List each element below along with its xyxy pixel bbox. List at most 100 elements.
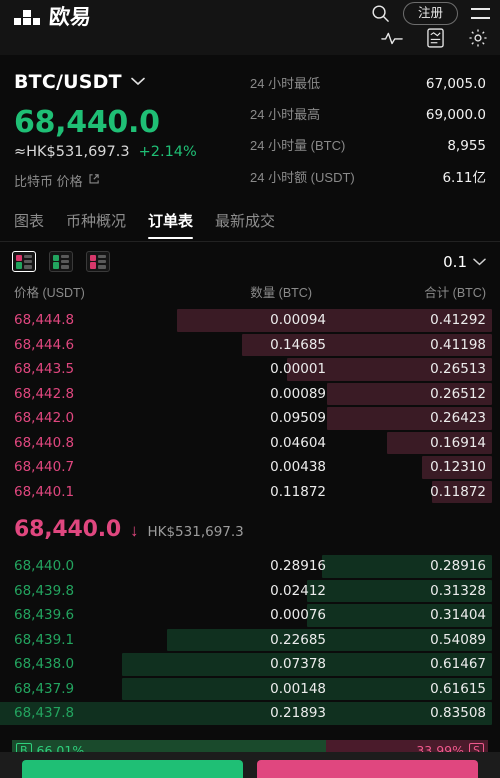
orderbook-row[interactable]: 68,440.7 0.00438 0.12310 <box>0 455 500 480</box>
column-header-amount: 数量 (BTC) <box>250 286 312 300</box>
mid-price: 68,440.0 <box>14 517 121 542</box>
orderbook-bids-view-icon[interactable] <box>49 251 73 272</box>
row-price: 68,442.0 <box>14 410 75 427</box>
buy-button[interactable] <box>22 760 243 778</box>
brand-name: 欧易 <box>48 5 92 29</box>
row-price: 68,439.6 <box>14 607 75 624</box>
precision-selector[interactable]: 0.1 <box>443 253 486 271</box>
row-price: 68,438.0 <box>14 656 75 673</box>
orderbook-controls: 0.1 <box>0 242 500 280</box>
stat-label: 24 小时最低 <box>250 76 321 91</box>
row-price: 68,440.0 <box>14 558 75 575</box>
row-price: 68,442.8 <box>14 385 75 402</box>
ask-rows: 68,444.8 0.00094 0.41292 68,444.6 0.1468… <box>0 308 500 504</box>
row-price: 68,440.1 <box>14 483 75 500</box>
row-amount: 0.00438 <box>270 459 326 476</box>
orderbook-row[interactable]: 68,443.5 0.00001 0.26513 <box>0 357 500 382</box>
row-total: 0.12310 <box>430 459 486 476</box>
brand[interactable]: 欧易 <box>14 4 92 30</box>
stat-row: 24 小时最高 69,000.0 <box>250 104 486 123</box>
row-price: 68,440.7 <box>14 459 75 476</box>
tab-recent-trades[interactable]: 最新成交 <box>215 210 275 241</box>
arrow-down-icon: ↓ <box>129 521 139 540</box>
stat-value: 69,000.0 <box>425 107 486 123</box>
orderbook-column-headers: 价格 (USDT) 数量 (BTC) 合计 (BTC) <box>0 280 500 308</box>
row-amount: 0.14685 <box>270 336 326 353</box>
orderbook-row[interactable]: 68,437.8 0.21893 0.83508 <box>0 701 500 726</box>
hamburger-menu-icon[interactable] <box>471 7 490 20</box>
orderbook-row[interactable]: 68,440.1 0.11872 0.11872 <box>0 480 500 505</box>
orderbook-both-view-icon[interactable] <box>12 251 36 272</box>
mid-price-row: 68,440.0 ↓ HK$531,697.3 <box>0 504 500 554</box>
stat-row: 24 小时最低 67,005.0 <box>250 73 486 92</box>
tab-coin-overview[interactable]: 币种概况 <box>66 210 126 241</box>
coin-name-label: 比特币 价格 <box>14 174 83 189</box>
pair-label: BTC/USDT <box>14 71 122 93</box>
orderbook-row[interactable]: 68,444.6 0.14685 0.41198 <box>0 333 500 358</box>
fiat-price: ≈HK$531,697.3 <box>14 144 130 160</box>
pulse-chart-icon[interactable] <box>381 30 403 46</box>
last-price: 68,440.0 <box>14 105 160 140</box>
stat-row: 24 小时量 (BTC) 8,955 <box>250 135 486 154</box>
stat-row: 24 小时额 (USDT) 6.11亿 <box>250 166 486 186</box>
okx-logo-icon <box>14 9 40 25</box>
orderbook-view-switcher <box>12 251 110 272</box>
ticker-panel: BTC/USDT 68,440.0 ≈HK$531,697.3 +2.14% 比… <box>0 55 500 202</box>
document-report-icon[interactable] <box>427 28 444 48</box>
tool-icons <box>381 28 488 48</box>
row-amount: 0.02412 <box>270 582 326 599</box>
tab-orderbook[interactable]: 订单表 <box>148 210 194 241</box>
row-amount: 0.04604 <box>270 434 326 451</box>
row-total: 0.16914 <box>430 434 486 451</box>
row-amount: 0.22685 <box>270 631 326 648</box>
stat-value: 8,955 <box>447 138 486 154</box>
precision-value: 0.1 <box>443 252 467 271</box>
row-total: 0.26512 <box>430 385 486 402</box>
row-total: 0.41198 <box>430 336 486 353</box>
row-price: 68,440.8 <box>14 434 75 451</box>
row-price: 68,437.8 <box>14 705 75 722</box>
chevron-down-icon <box>473 253 486 271</box>
row-price: 68,443.5 <box>14 361 75 378</box>
section-tabs: 图表 币种概况 订单表 最新成交 <box>0 202 500 241</box>
search-icon[interactable] <box>371 4 390 23</box>
orderbook-row[interactable]: 68,438.0 0.07378 0.61467 <box>0 652 500 677</box>
orderbook-row[interactable]: 68,442.0 0.09509 0.26423 <box>0 406 500 431</box>
pair-selector[interactable]: BTC/USDT <box>14 71 250 93</box>
orderbook-row[interactable]: 68,439.1 0.22685 0.54089 <box>0 628 500 653</box>
stat-label: 24 小时额 (USDT) <box>250 170 355 185</box>
coin-name-link[interactable]: 比特币 价格 <box>14 171 250 190</box>
row-price: 68,444.8 <box>14 312 75 329</box>
row-amount: 0.28916 <box>270 558 326 575</box>
row-total: 0.61615 <box>430 680 486 697</box>
register-button[interactable]: 注册 <box>402 2 458 25</box>
ticker-primary: BTC/USDT 68,440.0 ≈HK$531,697.3 +2.14% 比… <box>14 71 250 198</box>
row-amount: 0.09509 <box>270 410 326 427</box>
row-amount: 0.00089 <box>270 385 326 402</box>
sell-button[interactable] <box>257 760 478 778</box>
row-amount: 0.11872 <box>270 483 326 500</box>
row-amount: 0.00094 <box>270 312 326 329</box>
row-total: 0.31328 <box>430 582 486 599</box>
orderbook-row[interactable]: 68,439.8 0.02412 0.31328 <box>0 579 500 604</box>
orderbook-row[interactable]: 68,440.0 0.28916 0.28916 <box>0 554 500 579</box>
orderbook-row[interactable]: 68,437.9 0.00148 0.61615 <box>0 677 500 702</box>
row-total: 0.31404 <box>430 607 486 624</box>
row-total: 0.28916 <box>430 558 486 575</box>
tab-chart[interactable]: 图表 <box>14 210 44 241</box>
orderbook-row[interactable]: 68,442.8 0.00089 0.26512 <box>0 382 500 407</box>
gear-icon[interactable] <box>468 28 488 48</box>
row-total: 0.26513 <box>430 361 486 378</box>
stat-label: 24 小时量 (BTC) <box>250 138 346 153</box>
orderbook-row[interactable]: 68,440.8 0.04604 0.16914 <box>0 431 500 456</box>
row-price: 68,439.1 <box>14 631 75 648</box>
orderbook-asks-view-icon[interactable] <box>86 251 110 272</box>
row-total: 0.83508 <box>430 705 486 722</box>
orderbook-row[interactable]: 68,444.8 0.00094 0.41292 <box>0 308 500 333</box>
orderbook-row[interactable]: 68,439.6 0.00076 0.31404 <box>0 603 500 628</box>
column-header-total: 合计 (BTC) <box>424 286 486 300</box>
chevron-down-icon <box>130 73 145 91</box>
price-sub-row: ≈HK$531,697.3 +2.14% <box>14 144 250 160</box>
row-total: 0.54089 <box>430 631 486 648</box>
row-amount: 0.21893 <box>270 705 326 722</box>
